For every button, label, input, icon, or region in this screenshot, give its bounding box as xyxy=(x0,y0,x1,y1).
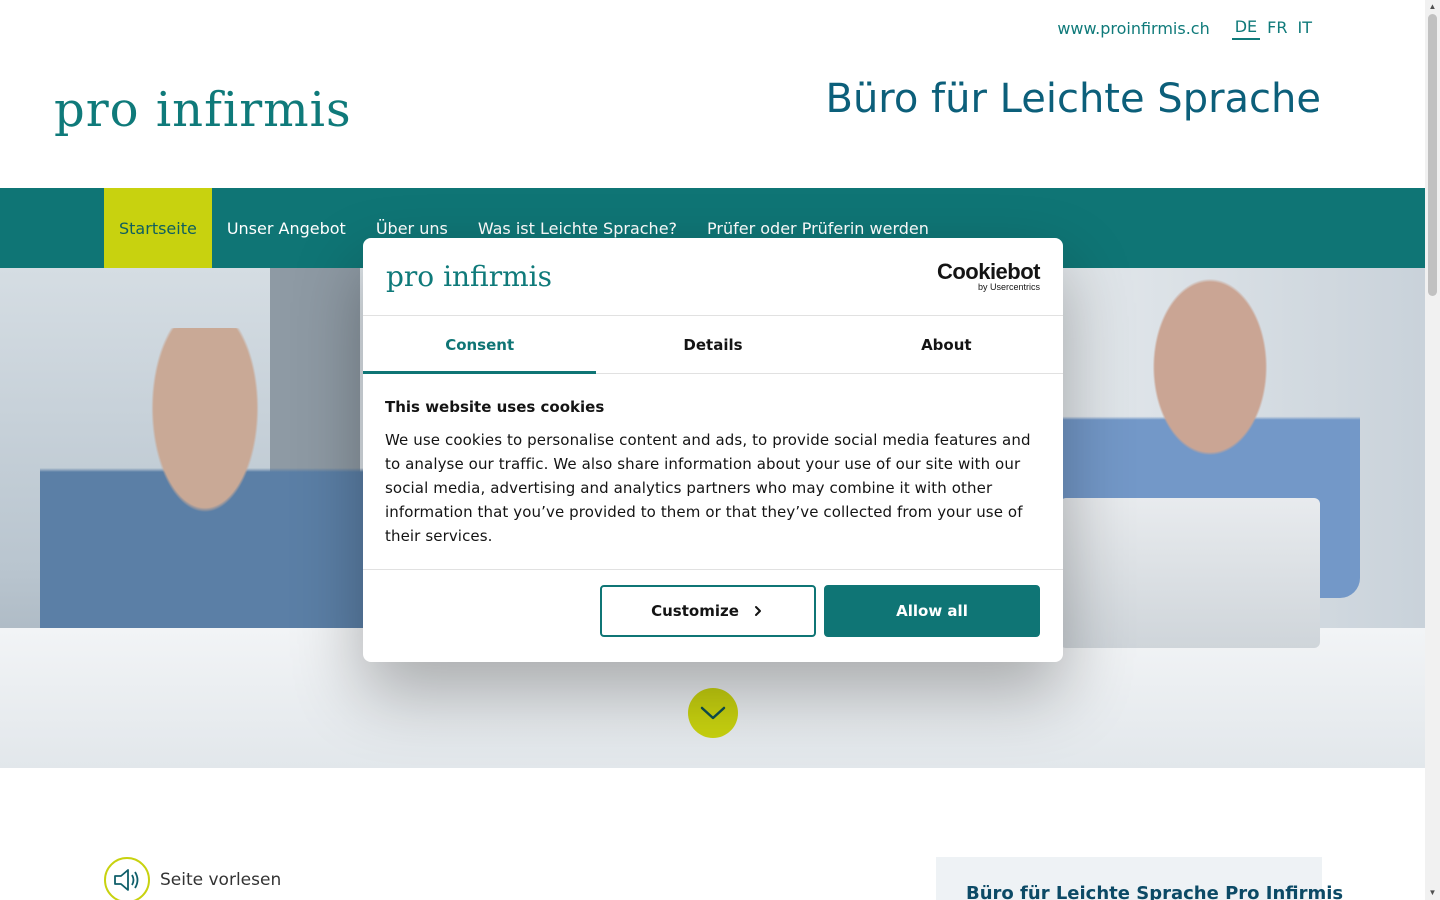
hero-laptop xyxy=(1060,498,1320,648)
lang-it[interactable]: IT xyxy=(1295,18,1316,39)
read-aloud-label: Seite vorlesen xyxy=(160,870,282,890)
lang-fr[interactable]: FR xyxy=(1264,18,1290,39)
customize-label: Customize xyxy=(651,602,739,620)
lang-de[interactable]: DE xyxy=(1231,17,1261,40)
nav-item-startseite[interactable]: Startseite xyxy=(104,188,212,268)
scroll-down-arrow-icon[interactable]: ▼ xyxy=(1425,886,1440,900)
side-box-title: Büro für Leichte Sprache Pro Infirmis xyxy=(966,883,1344,900)
allow-all-button[interactable]: Allow all xyxy=(824,585,1040,637)
tab-details[interactable]: Details xyxy=(596,316,829,373)
side-box: Büro für Leichte Sprache Pro Infirmis xyxy=(936,857,1344,900)
site-title: Büro für Leichte Sprache xyxy=(825,76,1322,122)
nav-item-unser-angebot[interactable]: Unser Angebot xyxy=(212,188,361,268)
top-links: www.proinfirmis.ch DE FR IT xyxy=(1057,17,1315,40)
scroll-down-button[interactable] xyxy=(688,688,738,738)
cookie-dialog-body: This website uses cookies We use cookies… xyxy=(363,374,1063,570)
cookie-dialog-heading: This website uses cookies xyxy=(385,398,605,416)
chevron-right-icon xyxy=(754,606,761,616)
cookie-dialog-logo: pro infirmis xyxy=(386,260,552,293)
speaker-icon xyxy=(104,857,150,900)
cookie-dialog-header: pro infirmis Cookiebot by Usercentrics xyxy=(363,238,1063,316)
page-scrollbar[interactable]: ▲ ▼ xyxy=(1425,0,1440,900)
tab-consent[interactable]: Consent xyxy=(363,316,597,374)
logo-text: pro infirmis xyxy=(54,82,352,138)
cookie-dialog-actions: Customize Allow all xyxy=(363,570,1063,652)
read-aloud-button[interactable]: Seite vorlesen xyxy=(104,857,281,900)
customize-button[interactable]: Customize xyxy=(600,585,816,637)
cookiebot-brand: Cookiebot xyxy=(936,258,1041,284)
proinfirmis-link[interactable]: www.proinfirmis.ch xyxy=(1057,19,1209,38)
cookie-dialog-text: We use cookies to personalise content an… xyxy=(385,431,1031,545)
cookie-consent-dialog: pro infirmis Cookiebot by Usercentrics C… xyxy=(363,238,1063,662)
tab-about[interactable]: About xyxy=(830,316,1063,373)
chevron-down-icon xyxy=(700,706,726,720)
scroll-up-arrow-icon[interactable]: ▲ xyxy=(1425,0,1440,14)
cookiebot-logo: Cookiebot by Usercentrics xyxy=(936,258,1041,292)
scrollbar-thumb[interactable] xyxy=(1428,14,1437,296)
site-logo[interactable]: pro infirmis xyxy=(54,82,352,138)
cookie-dialog-tabs: Consent Details About xyxy=(363,316,1063,374)
